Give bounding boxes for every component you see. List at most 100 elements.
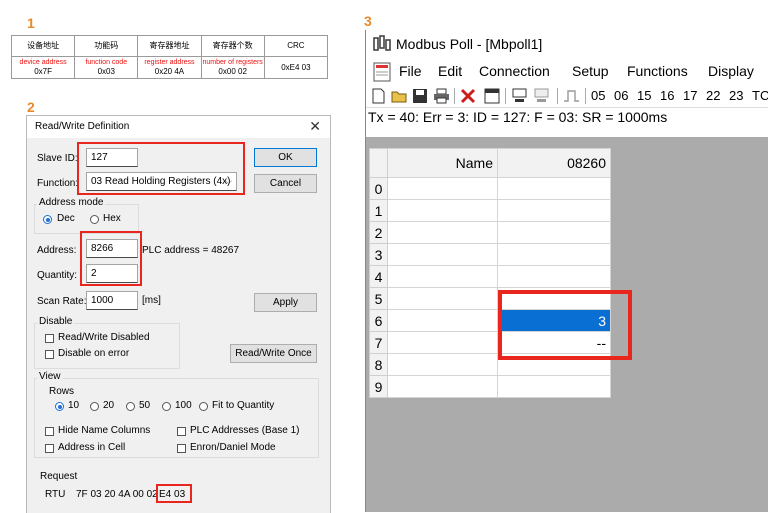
mbpoll-titlebar[interactable]: Modbus Poll - [Mbpoll1]: [366, 30, 768, 58]
value-cell[interactable]: [497, 177, 611, 200]
function-code-05-button[interactable]: 05: [591, 87, 605, 105]
hide-name-columns-checkbox[interactable]: [45, 427, 54, 436]
poll-status-line: Tx = 40: Err = 3: ID = 127: F = 03: SR =…: [368, 109, 668, 125]
rw-disabled-checkbox[interactable]: [45, 334, 54, 343]
name-cell[interactable]: [387, 243, 498, 266]
name-cell[interactable]: [387, 177, 498, 200]
hex-label: Hex: [103, 213, 121, 224]
rows-20-radio[interactable]: [90, 402, 99, 411]
frame-value: 0xE4 03: [281, 62, 311, 72]
grid-row: 8: [369, 353, 611, 376]
value-cell[interactable]: [497, 243, 611, 266]
row-index-cell[interactable]: 8: [369, 353, 388, 376]
menu-bar: File Edit Connection Setup Functions Dis…: [366, 60, 768, 84]
row-index-cell[interactable]: 6: [369, 309, 388, 332]
window-icon[interactable]: [484, 88, 500, 104]
rows-100-radio[interactable]: [162, 402, 171, 411]
slave-id-input[interactable]: 127: [86, 148, 138, 167]
document-icon[interactable]: [372, 62, 392, 82]
function-code-16-button[interactable]: 16: [660, 87, 674, 105]
menu-functions[interactable]: Functions: [627, 63, 688, 79]
plc-addresses-label: PLC Addresses (Base 1): [190, 425, 300, 436]
apply-button[interactable]: Apply: [254, 293, 317, 312]
menu-setup[interactable]: Setup: [572, 63, 609, 79]
menu-display[interactable]: Display: [708, 63, 754, 79]
name-cell[interactable]: [387, 199, 498, 222]
name-column-header[interactable]: Name: [387, 148, 498, 178]
value-cell[interactable]: [497, 199, 611, 222]
frame-header-device-address: 设备地址: [10, 35, 76, 57]
grid-row: 9: [369, 375, 611, 398]
row-index-cell[interactable]: 9: [369, 375, 388, 398]
name-cell[interactable]: [387, 287, 498, 310]
rows-10-label: 10: [68, 400, 80, 411]
value-cell[interactable]: [497, 353, 611, 376]
value-cell[interactable]: [497, 221, 611, 244]
dialog-titlebar[interactable]: Read/Write Definition ✕: [27, 116, 330, 138]
rows-label: Rows: [49, 386, 75, 397]
enron-daniel-checkbox[interactable]: [177, 444, 186, 453]
menu-file[interactable]: File: [399, 63, 422, 79]
request-label: Request: [40, 471, 78, 482]
name-cell[interactable]: [387, 309, 498, 332]
read-write-once-button[interactable]: Read/Write Once: [230, 344, 317, 363]
row-index-cell[interactable]: 0: [369, 177, 388, 200]
scan-rate-input[interactable]: 1000: [86, 291, 138, 310]
function-code-06-button[interactable]: 06: [614, 87, 628, 105]
function-code-23-button[interactable]: 23: [729, 87, 743, 105]
connect-icon[interactable]: [511, 88, 528, 104]
grid-row: 63: [369, 309, 611, 332]
value-cell[interactable]: [497, 287, 611, 310]
disconnect-icon[interactable]: [533, 88, 550, 104]
frame-label-en: device address: [19, 58, 67, 66]
menu-edit[interactable]: Edit: [438, 63, 462, 79]
delete-icon[interactable]: [460, 88, 476, 104]
name-cell[interactable]: [387, 375, 498, 398]
rows-50-radio[interactable]: [126, 402, 135, 411]
address-input[interactable]: 8266: [86, 239, 138, 258]
pulse-icon[interactable]: [563, 88, 580, 104]
rows-10-radio[interactable]: [55, 402, 64, 411]
function-code-22-button[interactable]: 22: [706, 87, 720, 105]
row-index-cell[interactable]: 2: [369, 221, 388, 244]
name-cell[interactable]: [387, 331, 498, 354]
value-cell[interactable]: [497, 265, 611, 288]
function-code-17-button[interactable]: 17: [683, 87, 697, 105]
name-cell[interactable]: [387, 221, 498, 244]
grid-row: 7 --: [369, 331, 611, 354]
row-index-cell[interactable]: 3: [369, 243, 388, 266]
dec-radio[interactable]: [43, 215, 52, 224]
print-icon[interactable]: [433, 88, 450, 104]
row-index-cell[interactable]: 1: [369, 199, 388, 222]
function-code-15-button[interactable]: 15: [637, 87, 651, 105]
cancel-button[interactable]: Cancel: [254, 174, 317, 193]
open-folder-icon[interactable]: [391, 88, 408, 104]
new-file-icon[interactable]: [371, 88, 386, 104]
disable-on-error-checkbox[interactable]: [45, 350, 54, 359]
value-cell[interactable]: --: [497, 331, 611, 354]
name-cell[interactable]: [387, 265, 498, 288]
value-column-header[interactable]: 08260: [497, 148, 611, 178]
name-cell[interactable]: [387, 353, 498, 376]
save-icon[interactable]: [412, 88, 428, 104]
hex-radio[interactable]: [90, 215, 99, 224]
rows-fit-radio[interactable]: [199, 402, 208, 411]
plc-addresses-checkbox[interactable]: [177, 427, 186, 436]
value-cell[interactable]: [497, 375, 611, 398]
address-in-cell-label: Address in Cell: [58, 442, 126, 453]
rows-20-label: 20: [103, 400, 115, 411]
row-index-cell[interactable]: 7: [369, 331, 388, 354]
row-index-cell[interactable]: 4: [369, 265, 388, 288]
close-icon[interactable]: ✕: [309, 118, 321, 135]
value-cell-selected[interactable]: 3: [497, 309, 611, 332]
step-number-1: 1: [27, 15, 35, 31]
address-in-cell-checkbox[interactable]: [45, 444, 54, 453]
row-index-cell[interactable]: 5: [369, 287, 388, 310]
quantity-input[interactable]: 2: [86, 264, 138, 283]
quantity-label: Quantity:: [37, 270, 78, 281]
function-select[interactable]: 03 Read Holding Registers (4x) ⌵: [86, 172, 237, 191]
tc-button[interactable]: TC: [752, 87, 768, 105]
menu-connection[interactable]: Connection: [479, 63, 550, 79]
ok-button[interactable]: OK: [254, 148, 317, 167]
frame-header-register-address: 寄存器地址: [137, 35, 202, 57]
